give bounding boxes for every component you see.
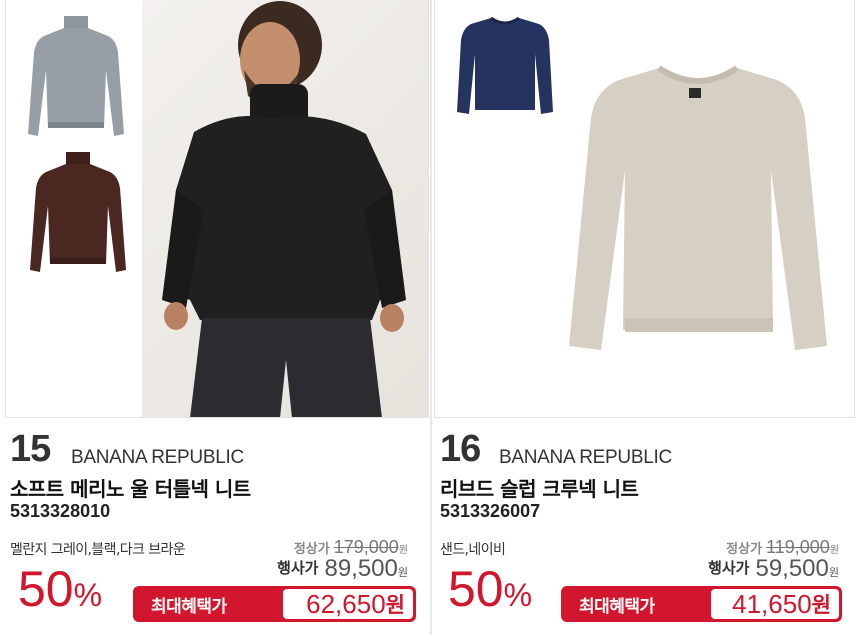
event-price-currency: 원 bbox=[397, 566, 408, 579]
regular-price-value: 119,000 bbox=[766, 537, 830, 557]
max-benefit-price: 62,650 원 bbox=[283, 589, 413, 619]
model-photo[interactable] bbox=[142, 0, 428, 417]
max-benefit-label: 최대혜택가 bbox=[579, 596, 655, 617]
max-benefit-price-box[interactable]: 최대혜택가 41,650 원 bbox=[561, 586, 842, 622]
discount-unit: % bbox=[503, 577, 533, 613]
product-card-15[interactable]: 15 BANANA REPUBLIC 소프트 메리노 울 터틀넥 니트 5313… bbox=[0, 0, 430, 635]
event-price-value: 89,500 bbox=[324, 555, 398, 582]
product-name[interactable]: 리브드 슬럽 크루넥 니트 bbox=[440, 473, 639, 502]
event-price: 행사가 89,500원 bbox=[277, 555, 408, 583]
discount-rate: 50% bbox=[18, 560, 102, 618]
max-benefit-price-value: 41,650 bbox=[732, 588, 812, 619]
model-black-turtleneck-illustration bbox=[162, 1, 406, 417]
event-price-currency: 원 bbox=[828, 566, 839, 579]
product-name[interactable]: 소프트 메리노 울 터틀넥 니트 bbox=[10, 473, 251, 502]
brand-name[interactable]: BANANA REPUBLIC bbox=[71, 447, 244, 469]
color-options: 샌드,네이비 bbox=[440, 542, 506, 558]
event-price-label: 행사가 bbox=[277, 559, 319, 577]
max-benefit-label: 최대혜택가 bbox=[151, 596, 227, 617]
product-image-area[interactable] bbox=[5, 0, 429, 418]
max-benefit-currency: 원 bbox=[385, 593, 405, 617]
max-benefit-currency: 원 bbox=[811, 593, 831, 617]
max-benefit-price-value: 62,650 bbox=[306, 588, 386, 619]
brand-name[interactable]: BANANA REPUBLIC bbox=[499, 447, 672, 469]
product-card-16[interactable]: 16 BANANA REPUBLIC 리브드 슬럽 크루넥 니트 5313326… bbox=[432, 0, 857, 635]
product-code: 5313326007 bbox=[440, 501, 541, 521]
discount-rate: 50% bbox=[448, 560, 532, 618]
product-image-area[interactable] bbox=[434, 0, 855, 418]
max-benefit-price-box[interactable]: 최대혜택가 62,650 원 bbox=[133, 586, 416, 622]
brown-turtleneck-thumbnail[interactable] bbox=[26, 148, 130, 278]
product-code: 5313328010 bbox=[10, 501, 111, 521]
sand-crewneck-product-image[interactable] bbox=[563, 60, 833, 360]
event-price-value: 59,500 bbox=[755, 555, 829, 582]
discount-value: 50 bbox=[448, 561, 504, 617]
discount-value: 50 bbox=[18, 561, 74, 617]
regular-price-value: 179,000 bbox=[333, 537, 399, 557]
color-options: 멜란지 그레이,블랙,다크 브라운 bbox=[10, 542, 186, 558]
max-benefit-price: 41,650 원 bbox=[711, 589, 839, 619]
grey-turtleneck-thumbnail[interactable] bbox=[24, 10, 128, 140]
navy-crewneck-thumbnail[interactable] bbox=[455, 14, 555, 118]
event-price-label: 행사가 bbox=[708, 559, 750, 577]
rank-number: 15 bbox=[10, 428, 51, 470]
rank-number: 16 bbox=[440, 428, 481, 470]
event-price: 행사가 59,500원 bbox=[708, 555, 839, 583]
discount-unit: % bbox=[73, 577, 103, 613]
